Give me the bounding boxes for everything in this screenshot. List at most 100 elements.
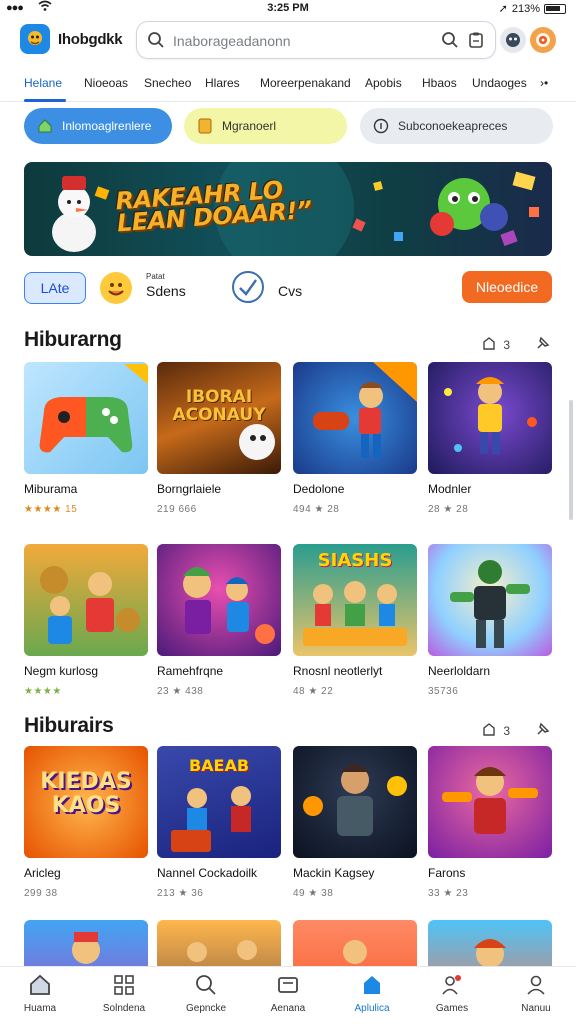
home-icon — [8, 971, 72, 999]
row2-big-label[interactable]: Sdens — [146, 283, 186, 299]
checkmark-icon[interactable] — [232, 271, 264, 303]
game-title: Rnosnl neotlerlyt — [293, 664, 383, 678]
game-card[interactable]: IBORAI ACONAUY Borngrlaiele 219 666 — [157, 362, 281, 515]
game-meta: 35736 — [428, 686, 459, 697]
game-thumbnail: SIASHS — [293, 544, 417, 656]
late-button[interactable]: LAte — [24, 272, 86, 304]
smiley-icon[interactable] — [100, 272, 132, 304]
gamepad-icon[interactable] — [500, 27, 526, 53]
game-thumbnail: KIEDAS KAOS — [24, 746, 148, 858]
orange-action-button[interactable]: Nleoedice — [462, 271, 552, 303]
game-card[interactable]: SIASHS Rnosnl neotlerlyt 48 ★ 22 — [293, 544, 417, 697]
active-tab-indicator — [24, 99, 66, 102]
game-title: Miburama — [24, 482, 78, 496]
game-rating: ★★★★ 15 — [24, 504, 78, 515]
nav-search[interactable]: Gepncke — [174, 971, 238, 1014]
chip-label: Mgranoerl — [222, 119, 277, 133]
thumbnail-text: BAEAB — [188, 756, 250, 775]
tab-search[interactable]: Snecheo — [144, 76, 191, 90]
chip-label: Subconoekeapreces — [398, 119, 508, 133]
game-thumbnail: IBORAI ACONAUY — [157, 362, 281, 474]
tab-home[interactable]: Helane — [24, 76, 62, 90]
section-actions: 3 — [481, 334, 552, 355]
game-card[interactable]: Mackin Kagsey 49 ★ 38 — [293, 746, 417, 899]
game-card[interactable]: Negm kurlosg ★★★★ — [24, 544, 148, 697]
nav-cards[interactable]: Aenana — [256, 971, 320, 1014]
tab-shares[interactable]: Hlares — [205, 76, 240, 90]
scrollbar-thumb[interactable] — [569, 400, 573, 520]
game-meta: 219 666 — [157, 504, 197, 515]
section-title: Hiburairs — [24, 714, 114, 737]
bottom-navigation: Huama Solndena Gepncke Aenana Aplulica G… — [0, 966, 576, 1024]
profile-avatar[interactable] — [530, 27, 556, 53]
game-card[interactable]: Modnler 28 ★ 28 — [428, 362, 552, 515]
game-meta: 33 ★ 23 — [428, 888, 469, 899]
thumbnail-text: KIEDAS KAOS — [40, 769, 132, 818]
game-thumbnail — [428, 544, 552, 656]
game-thumbnail — [428, 362, 552, 474]
search-icon — [147, 31, 165, 54]
game-title: Modnler — [428, 482, 472, 496]
battery-percent: 213% — [511, 2, 540, 15]
game-card[interactable]: Farons 33 ★ 23 — [428, 746, 552, 899]
chip-manager[interactable]: Mgranoerl — [184, 108, 347, 144]
chip-subcategories[interactable]: Subconoekeapreces — [360, 108, 553, 144]
row2-small-label: Patat — [146, 272, 165, 281]
thumbnail-text: SIASHS — [317, 550, 393, 571]
game-title: Dedolone — [293, 482, 345, 496]
game-card[interactable]: BAEAB Nannel Cockadoilk 213 ★ 36 — [157, 746, 281, 899]
nav-label: Games — [435, 1003, 469, 1014]
nav-label: Aplulica — [354, 1003, 390, 1014]
chip-recommended[interactable]: Inlomoaglrenlere — [24, 108, 172, 144]
app-logo-icon[interactable] — [20, 24, 50, 54]
nav-app-store[interactable]: Aplulica — [340, 971, 404, 1014]
game-card[interactable]: Neerloldarn 35736 — [428, 544, 552, 697]
tab-hubs[interactable]: Hbaos — [422, 76, 457, 90]
tab-more[interactable]: Moreerpenakand — [260, 76, 351, 90]
nav-label: Nanuu — [521, 1003, 551, 1014]
game-thumbnail — [24, 362, 148, 474]
game-thumbnail — [157, 544, 281, 656]
game-meta: 213 ★ 36 — [157, 888, 204, 899]
pin-icon[interactable] — [534, 334, 552, 355]
game-meta: 49 ★ 38 — [293, 888, 334, 899]
search-input[interactable]: Inaborageadanonn — [136, 21, 496, 59]
nav-home[interactable]: Huama — [8, 971, 72, 1014]
section-count: 3 — [503, 723, 510, 738]
tab-apps[interactable]: Apobis — [365, 76, 402, 90]
game-title: Negm kurlosg — [24, 664, 99, 678]
tab-videos[interactable]: Nioeoas — [84, 76, 128, 90]
tab-more-arrow[interactable]: ›• — [540, 76, 548, 90]
nav-label: Gepncke — [185, 1003, 227, 1014]
share-icon[interactable] — [481, 335, 497, 354]
game-thumbnail — [24, 544, 148, 656]
game-card[interactable]: Miburama ★★★★ 15 — [24, 362, 148, 515]
person-icon — [504, 971, 568, 999]
apps-icon — [92, 971, 156, 999]
game-card[interactable]: Ramehfrqne 23 ★ 438 — [157, 544, 281, 697]
people-icon — [420, 971, 484, 999]
clipboard-icon[interactable] — [467, 31, 485, 54]
game-card[interactable]: Dedolone 494 ★ 28 — [293, 362, 417, 515]
app-screen: ●●● 3:25 PM ➚ 213% Ihobgdkk Inaborageada… — [0, 0, 576, 1024]
app-name: Ihobgdkk — [58, 31, 123, 48]
document-icon — [196, 117, 214, 135]
promo-banner[interactable]: RAKEAHR LO LEAN DOAAR!” — [24, 162, 552, 256]
nav-profile[interactable]: Nanuu — [504, 971, 568, 1014]
info-icon — [372, 117, 390, 135]
game-card[interactable]: KIEDAS KAOS Aricleg 299 38 — [24, 746, 148, 899]
search-submit-icon[interactable] — [441, 31, 459, 54]
pin-icon[interactable] — [534, 720, 552, 741]
share-icon[interactable] — [481, 721, 497, 740]
section-title: Hiburarng — [24, 328, 122, 351]
card-icon — [256, 971, 320, 999]
game-meta: 23 ★ 438 — [157, 686, 204, 697]
tab-updates[interactable]: Undaoges — [472, 76, 527, 90]
cvs-label[interactable]: Cvs — [278, 283, 302, 299]
nav-apps[interactable]: Solndena — [92, 971, 156, 1014]
game-thumbnail — [428, 746, 552, 858]
game-meta: 28 ★ 28 — [428, 504, 469, 515]
search-icon — [174, 971, 238, 999]
category-tabs: Helane Nioeoas Snecheo Hlares Moreerpena… — [0, 66, 576, 102]
nav-games[interactable]: Games — [420, 971, 484, 1014]
